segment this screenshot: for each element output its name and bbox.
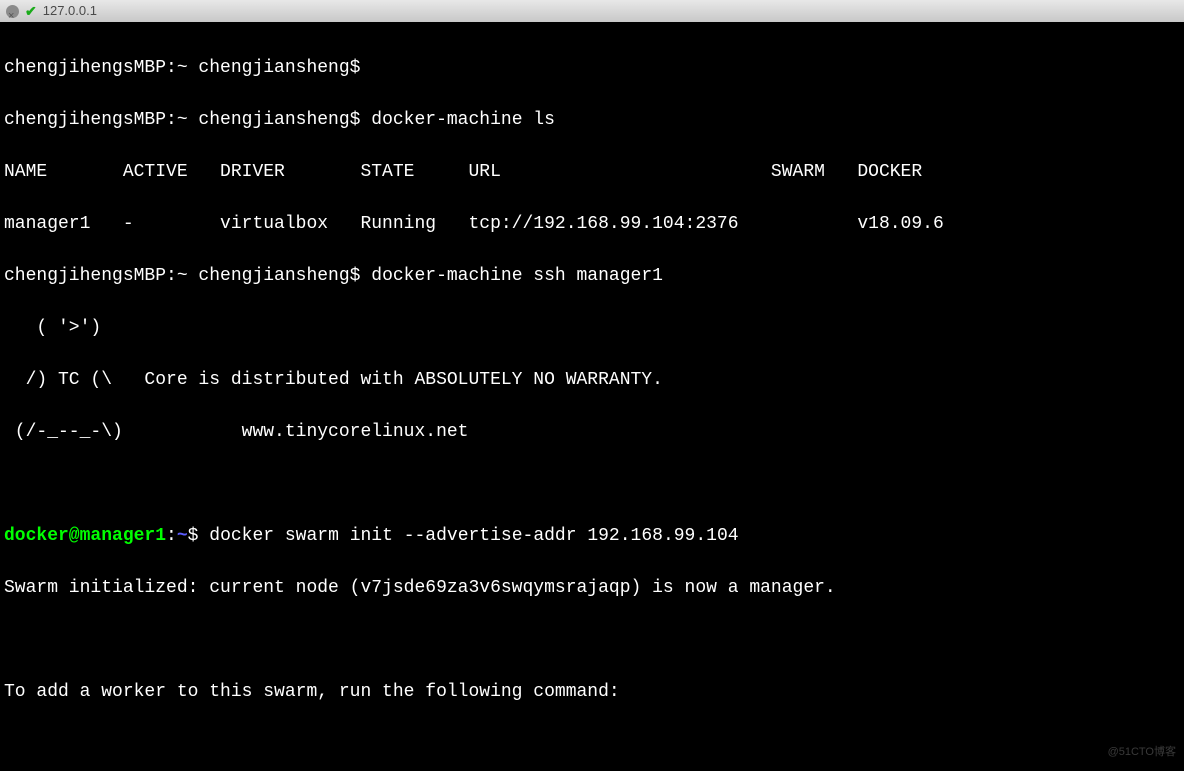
blank-line xyxy=(4,731,1180,757)
command-text: docker swarm init --advertise-addr 192.1… xyxy=(209,526,738,546)
table-header: NAME ACTIVE DRIVER STATE URL SWARM DOCKE… xyxy=(4,159,1180,185)
terminal-line: chengjihengsMBP:~ chengjiansheng$ xyxy=(4,55,1180,81)
watermark-text: @51CTO博客 xyxy=(1108,739,1176,765)
shell-prompt: chengjihengsMBP:~ chengjiansheng$ xyxy=(4,266,360,286)
ssh-prompt-path: ~ xyxy=(177,526,188,546)
close-icon[interactable] xyxy=(6,5,19,18)
terminal-line: chengjihengsMBP:~ chengjiansheng$ docker… xyxy=(4,263,1180,289)
blank-line xyxy=(4,627,1180,653)
shell-prompt: chengjihengsMBP:~ chengjiansheng$ xyxy=(4,110,360,130)
window-title: 127.0.0.1 xyxy=(43,0,97,24)
window-titlebar: ✔ 127.0.0.1 xyxy=(0,0,1184,23)
banner-line: ( '>') xyxy=(4,315,1180,341)
output-line: Swarm initialized: current node (v7jsde6… xyxy=(4,575,1180,601)
command-text: docker-machine ssh manager1 xyxy=(360,266,662,286)
blank-line xyxy=(4,471,1180,497)
terminal-area[interactable]: chengjihengsMBP:~ chengjiansheng$ chengj… xyxy=(0,23,1184,771)
banner-line: /) TC (\ Core is distributed with ABSOLU… xyxy=(4,367,1180,393)
table-row: manager1 - virtualbox Running tcp://192.… xyxy=(4,211,1180,237)
terminal-line: docker@manager1:~$ docker swarm init --a… xyxy=(4,523,1180,549)
ssh-prompt-colon: : xyxy=(166,526,177,546)
ssh-prompt-host: docker@manager1 xyxy=(4,526,166,546)
output-line: To add a worker to this swarm, run the f… xyxy=(4,679,1180,705)
shell-prompt: chengjihengsMBP:~ chengjiansheng$ xyxy=(4,58,360,78)
connected-check-icon: ✔ xyxy=(25,0,37,24)
ssh-prompt-dollar: $ xyxy=(188,526,210,546)
banner-line: (/-_--_-\) www.tinycorelinux.net xyxy=(4,419,1180,445)
terminal-line: chengjihengsMBP:~ chengjiansheng$ docker… xyxy=(4,107,1180,133)
command-text: docker-machine ls xyxy=(360,110,554,130)
